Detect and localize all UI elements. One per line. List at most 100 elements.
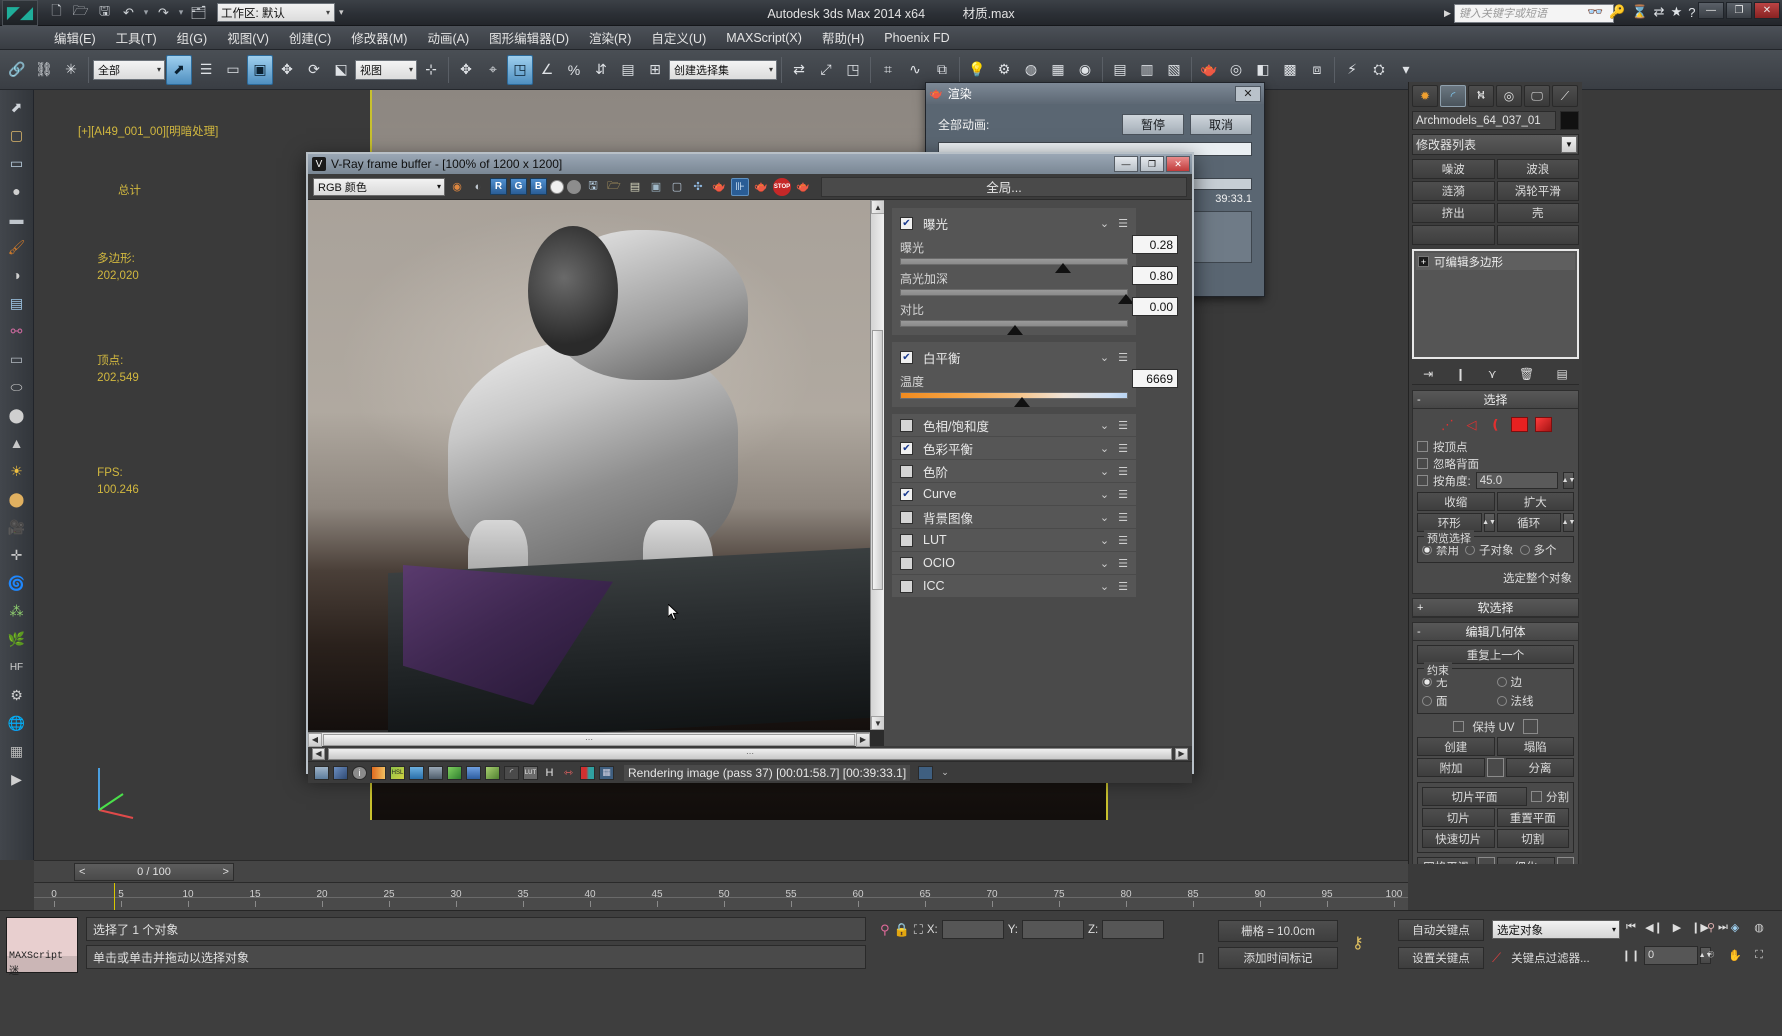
- redo-icon[interactable]: ↷: [153, 3, 174, 23]
- levels-checkbox[interactable]: ✔: [900, 464, 913, 478]
- levels-row[interactable]: ✔ 色阶 ⌄ ☰: [892, 460, 1136, 482]
- chevron-down-icon[interactable]: ⌄: [1100, 511, 1109, 524]
- key-icon[interactable]: 🔑: [1609, 4, 1625, 20]
- menu-icon[interactable]: ☰: [1118, 557, 1128, 570]
- gear-icon[interactable]: ⚙: [4, 683, 30, 707]
- render-region-icon[interactable]: ▩: [1277, 55, 1303, 85]
- preview-disabled-radio[interactable]: [1422, 544, 1432, 555]
- clear-image-icon[interactable]: ▣: [647, 178, 665, 196]
- sphere-gizmo-icon[interactable]: ⬤: [4, 487, 30, 511]
- ocio-checkbox[interactable]: ✔: [900, 556, 913, 570]
- modifier-shell-button[interactable]: 壳: [1496, 203, 1579, 223]
- circle-icon[interactable]: ⬤: [4, 403, 30, 427]
- preserve-uv-settings-icon[interactable]: [1522, 719, 1538, 734]
- bars-icon[interactable]: [580, 765, 595, 780]
- mesh-smooth-button[interactable]: 网格平滑: [1417, 857, 1476, 864]
- red-channel-button[interactable]: R: [490, 178, 507, 195]
- go-to-start-icon[interactable]: ⏮: [1620, 917, 1642, 937]
- info-icon[interactable]: i: [352, 765, 367, 780]
- motion-tab[interactable]: ◎: [1496, 85, 1522, 107]
- make-unique-icon[interactable]: ⋎: [1488, 367, 1497, 381]
- menu-icon[interactable]: ☰: [1118, 217, 1128, 230]
- maximize-button[interactable]: ❐: [1726, 2, 1752, 19]
- duplicate-image-icon[interactable]: ▢: [668, 178, 686, 196]
- ring-spinner[interactable]: ▲▼: [1482, 513, 1496, 532]
- undo-dropdown-icon[interactable]: ▾: [142, 7, 150, 18]
- selection-rollup-header[interactable]: - 选择: [1413, 391, 1578, 409]
- select-and-place-icon[interactable]: ✥: [453, 55, 479, 85]
- select-by-name-icon[interactable]: ☰: [193, 55, 219, 85]
- render-frame-icon[interactable]: ▦: [1045, 55, 1071, 85]
- expand-status-icon[interactable]: [918, 765, 934, 780]
- add-time-tag-button[interactable]: 添加时间标记: [1218, 947, 1338, 969]
- play-animation-icon[interactable]: ▶: [1666, 917, 1688, 937]
- lock-selection-icon[interactable]: 🔒: [894, 922, 910, 938]
- green-channel-button[interactable]: G: [510, 178, 527, 195]
- histogram-icon[interactable]: [409, 765, 424, 780]
- region-render-icon[interactable]: ⊪: [731, 177, 749, 196]
- preview-multi-radio[interactable]: [1519, 544, 1530, 555]
- by-angle-value-field[interactable]: 45.0: [1475, 472, 1558, 489]
- modifier-turbosmooth-button[interactable]: 涡轮平滑: [1496, 181, 1579, 201]
- quick-slice-button[interactable]: 快速切片: [1422, 829, 1495, 848]
- modifier-extrude-button[interactable]: 挤出: [1412, 203, 1495, 223]
- layers-icon[interactable]: ▤: [4, 291, 30, 315]
- edge-subobject-icon[interactable]: ◁: [1463, 417, 1480, 432]
- quick-render-icon[interactable]: ⚡: [1339, 55, 1365, 85]
- polygon-subobject-icon[interactable]: [1511, 417, 1528, 432]
- chevron-down-icon[interactable]: ⌄: [1100, 442, 1109, 455]
- zoom-extents-icon[interactable]: ⌾: [1700, 945, 1722, 965]
- spinner-snap-icon[interactable]: ⇵: [588, 55, 614, 85]
- menu-customize[interactable]: 自定义(U): [641, 25, 716, 50]
- set-project-icon[interactable]: 🗂: [188, 3, 209, 23]
- exposure-slider-track[interactable]: [900, 258, 1128, 273]
- lut-checkbox[interactable]: ✔: [900, 533, 913, 547]
- key-filters-row[interactable]: ⟋ 关键点过滤器...: [1492, 947, 1596, 969]
- more-tools-icon[interactable]: ▾: [1393, 55, 1419, 85]
- vfb-image-pane[interactable]: ▲ ▼ ◀ ⋯ ▶: [308, 200, 888, 747]
- bind-space-warp-icon[interactable]: ✳: [58, 55, 84, 85]
- attach-settings-icon[interactable]: [1487, 758, 1504, 777]
- hierarchy-tab[interactable]: ⛕: [1468, 85, 1494, 107]
- modifier-ripple-button[interactable]: 涟漪: [1412, 181, 1495, 201]
- previous-frame-icon[interactable]: ◀❙: [1643, 917, 1665, 937]
- isolate-selection-icon[interactable]: ⛶: [914, 922, 923, 938]
- prev-frame-button[interactable]: <: [79, 866, 85, 878]
- vertical-scroll-thumb[interactable]: [872, 330, 883, 590]
- show-end-result-icon[interactable]: ❙: [1456, 367, 1466, 381]
- color-swatch-icon[interactable]: ◉: [448, 178, 466, 196]
- by-vertex-checkbox[interactable]: [1417, 441, 1428, 452]
- zoom-all-icon[interactable]: ◈: [1724, 917, 1746, 937]
- highlight-burn-track[interactable]: [900, 289, 1134, 304]
- collapse-icon[interactable]: -: [1417, 394, 1421, 406]
- vfb-close-button[interactable]: ✕: [1166, 156, 1190, 172]
- chevron-down-icon[interactable]: ⌄: [1100, 580, 1109, 593]
- menu-views[interactable]: 视图(V): [217, 25, 279, 50]
- background-image-checkbox[interactable]: ✔: [900, 510, 913, 524]
- exposure-checkbox[interactable]: ✔: [900, 216, 913, 230]
- object-color-swatch[interactable]: [1560, 111, 1579, 130]
- use-center-icon[interactable]: ⌖: [480, 55, 506, 85]
- window-crossing-icon[interactable]: ▣: [247, 54, 273, 85]
- constraint-normal-radio[interactable]: [1496, 695, 1507, 706]
- reference-coordinate-combo[interactable]: 视图 ▾: [355, 59, 417, 80]
- by-angle-spinner[interactable]: ▲▼: [1562, 472, 1575, 489]
- highlight-burn-value-field[interactable]: 0.80: [1132, 266, 1178, 285]
- slice-button[interactable]: 切片: [1422, 808, 1495, 827]
- pin-stack-icon[interactable]: ⇥: [1423, 367, 1433, 381]
- absolute-mode-icon[interactable]: ⚲: [880, 922, 890, 938]
- time-tag-icon[interactable]: ▯: [1192, 947, 1210, 967]
- render-setup-icon[interactable]: ⚙: [991, 55, 1017, 85]
- slice-plane-button[interactable]: 切片平面: [1422, 787, 1527, 806]
- vfb-minimize-button[interactable]: —: [1114, 156, 1138, 172]
- cylinder-icon[interactable]: ▭: [4, 151, 30, 175]
- by-angle-row[interactable]: 按角度: 45.0 ▲▼: [1417, 472, 1575, 489]
- grow-button[interactable]: 扩大: [1496, 492, 1574, 511]
- key-filters-button[interactable]: 关键点过滤器...: [1505, 947, 1596, 969]
- alpha-icon[interactable]: [333, 765, 348, 780]
- scroll-left-icon[interactable]: ◀: [312, 747, 325, 760]
- create-tab[interactable]: ✹: [1412, 85, 1438, 107]
- orbit-icon[interactable]: ◍: [1748, 917, 1770, 937]
- loop-spinner[interactable]: ▲▼: [1562, 513, 1575, 532]
- menu-icon[interactable]: ☰: [1118, 534, 1128, 547]
